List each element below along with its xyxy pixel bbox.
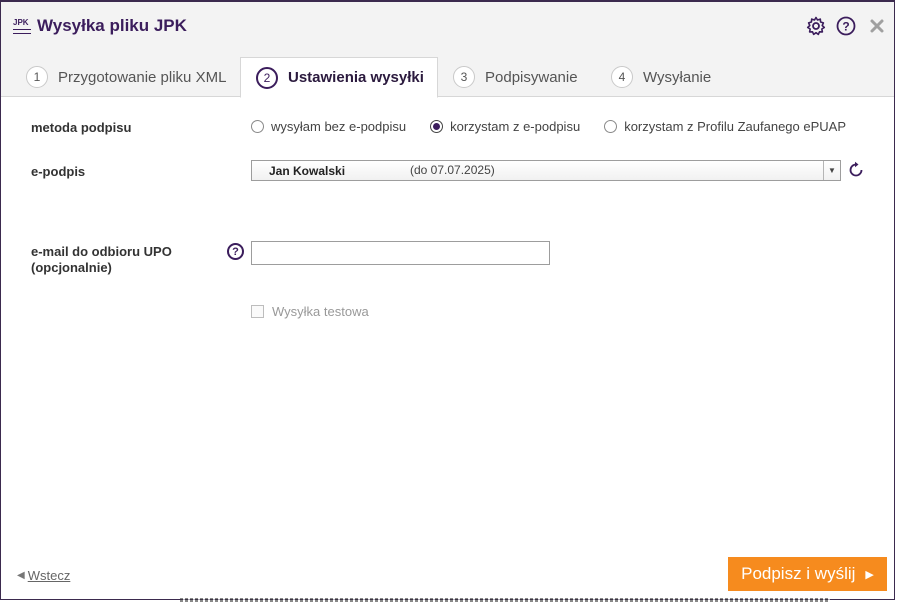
tab-step-number: 1: [26, 66, 48, 88]
test-send-row: Wysyłka testowa: [251, 304, 369, 319]
email-label-line2: (opcjonalnie): [31, 260, 112, 275]
tab-label: Przygotowanie pliku XML: [58, 68, 227, 86]
test-send-label: Wysyłka testowa: [272, 304, 369, 319]
email-help-icon[interactable]: ?: [227, 243, 244, 260]
back-link[interactable]: ◀ Wstecz: [17, 568, 70, 583]
play-icon: ▶: [865, 568, 874, 581]
radio-label: korzystam z Profilu Zaufanego ePUAP: [624, 119, 847, 134]
tab-podpisywanie[interactable]: 3 Podpisywanie: [453, 57, 578, 97]
background-fragment: [180, 598, 830, 602]
signature-method-label: metoda podpisu: [31, 120, 132, 135]
gear-icon[interactable]: [806, 16, 826, 36]
email-label-line1: e-mail do odbioru UPO: [31, 244, 172, 259]
sign-and-send-label: Podpisz i wyślij: [741, 564, 856, 583]
radio-esignature[interactable]: korzystam z e-podpisu: [430, 119, 580, 134]
radio-no-signature[interactable]: wysyłam bez e-podpisu: [251, 119, 406, 134]
radio-label: wysyłam bez e-podpisu: [271, 119, 407, 134]
radio-label: korzystam z e-podpisu: [450, 119, 581, 134]
app-icon-text: JPK: [13, 18, 29, 27]
window-title: Wysyłka pliku JPK: [37, 16, 187, 35]
radio-button[interactable]: [604, 120, 618, 133]
svg-text:?: ?: [842, 20, 849, 34]
esignature-select[interactable]: Jan Kowalski (do 07.07.2025) ▼: [251, 160, 841, 181]
tab-step-number: 3: [453, 66, 475, 88]
tab-step-number: 2: [256, 66, 278, 89]
test-send-checkbox[interactable]: [251, 305, 264, 318]
tab-wysylanie[interactable]: 4 Wysyłanie: [611, 57, 711, 97]
signature-method-radio-group: wysyłam bez e-podpisu korzystam z e-podp…: [251, 119, 846, 134]
back-link-label: Wstecz: [27, 568, 71, 583]
wizard-tabs: 1 Przygotowanie pliku XML 2 Ustawienia w…: [1, 50, 894, 98]
tab-ustawienia[interactable]: 2 Ustawienia wysyłki: [240, 57, 438, 98]
sign-and-send-button[interactable]: Podpisz i wyślij ▶: [728, 557, 887, 591]
title-bar: JPK Wysyłka pliku JPK ?: [1, 2, 894, 50]
radio-button-checked[interactable]: [430, 120, 444, 133]
tab-przygotowanie[interactable]: 1 Przygotowanie pliku XML: [26, 57, 226, 97]
chevron-left-icon: ◀: [17, 570, 25, 581]
radio-button[interactable]: [251, 120, 264, 133]
chevron-down-icon[interactable]: ▼: [823, 161, 840, 180]
radio-epuap[interactable]: korzystam z Profilu Zaufanego ePUAP: [604, 119, 846, 134]
tab-step-number: 4: [611, 66, 633, 88]
close-icon[interactable]: [867, 16, 887, 36]
email-label: e-mail do odbioru UPO (opcjonalnie): [31, 244, 172, 276]
tab-label: Ustawienia wysyłki: [288, 69, 424, 86]
tab-label: Wysyłanie: [643, 68, 712, 86]
tab-label: Podpisywanie: [485, 68, 578, 86]
refresh-icon[interactable]: [847, 161, 865, 179]
jpk-app-icon: JPK: [13, 18, 31, 34]
dialog-window: JPK Wysyłka pliku JPK ? 1 Przygotowanie …: [0, 0, 895, 600]
esignature-label: e-podpis: [31, 164, 86, 179]
email-input[interactable]: [251, 241, 550, 265]
selected-signature-validity: (do 07.07.2025): [410, 163, 495, 177]
help-icon[interactable]: ?: [836, 16, 856, 36]
selected-signature-name: Jan Kowalski: [269, 164, 346, 178]
